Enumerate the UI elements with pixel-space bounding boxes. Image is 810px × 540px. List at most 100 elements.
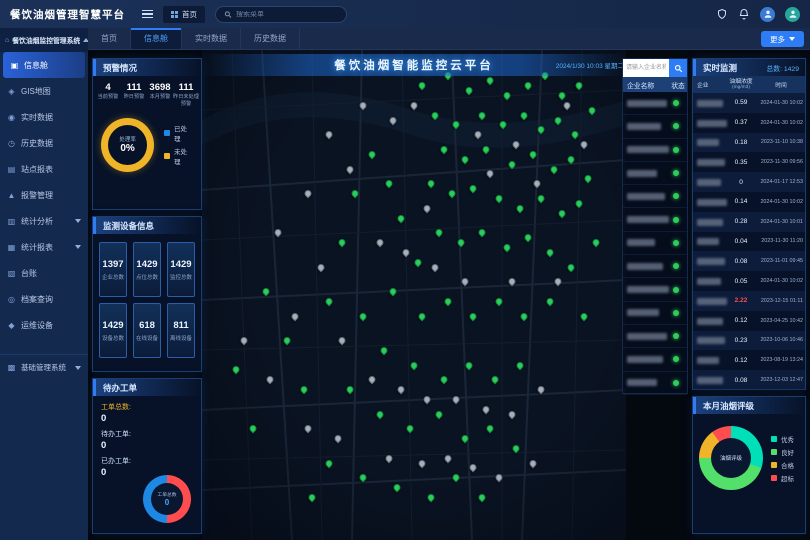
map-marker-online[interactable] xyxy=(557,208,567,218)
map-marker-offline[interactable] xyxy=(290,311,300,321)
company-search-button[interactable] xyxy=(669,59,687,77)
map-marker-offline[interactable] xyxy=(422,394,432,404)
map-marker-online[interactable] xyxy=(477,110,487,120)
map-marker-offline[interactable] xyxy=(562,100,572,110)
map-marker-online[interactable] xyxy=(570,130,580,140)
map-marker-online[interactable] xyxy=(549,164,559,174)
realtime-row[interactable]: 0.282024-01-30 10:01 xyxy=(693,212,805,232)
map-marker-offline[interactable] xyxy=(553,277,563,287)
map-marker-offline[interactable] xyxy=(422,203,432,213)
map-marker-offline[interactable] xyxy=(239,336,249,346)
company-list-item[interactable] xyxy=(623,302,687,325)
realtime-row[interactable]: 0.122023-04-25 10:42 xyxy=(693,311,805,331)
sidebar-item-stat-report[interactable]: ▦统计报表 xyxy=(0,234,88,260)
map-marker-offline[interactable] xyxy=(579,140,589,150)
map-marker-online[interactable] xyxy=(413,257,423,267)
map-marker-online[interactable] xyxy=(307,492,317,502)
map-marker-online[interactable] xyxy=(418,311,428,321)
realtime-row[interactable]: 0.372024-01-30 10:02 xyxy=(693,113,805,133)
map-marker-offline[interactable] xyxy=(443,453,453,463)
map-marker-online[interactable] xyxy=(434,409,444,419)
map-marker-online[interactable] xyxy=(519,311,529,321)
map-marker-offline[interactable] xyxy=(485,169,495,179)
map-marker-online[interactable] xyxy=(388,287,398,297)
company-list-item[interactable] xyxy=(623,325,687,348)
map-marker-online[interactable] xyxy=(379,345,389,355)
map-marker-online[interactable] xyxy=(574,198,584,208)
realtime-row[interactable]: 0.182023-11-10 10:38 xyxy=(693,133,805,153)
map-marker-online[interactable] xyxy=(481,144,491,154)
map-marker-online[interactable] xyxy=(528,149,538,159)
company-list-item[interactable] xyxy=(623,139,687,162)
map-marker-online[interactable] xyxy=(282,336,292,346)
map-marker-offline[interactable] xyxy=(430,262,440,272)
bell-icon[interactable] xyxy=(738,8,750,20)
map-marker-online[interactable] xyxy=(460,154,470,164)
realtime-row[interactable]: 0.082023-11-01 09:45 xyxy=(693,251,805,271)
map-marker-offline[interactable] xyxy=(460,277,470,287)
realtime-row[interactable]: 0.592024-01-30 10:02 xyxy=(693,93,805,113)
realtime-row[interactable]: 0.052024-01-30 10:02 xyxy=(693,271,805,291)
map-marker-online[interactable] xyxy=(587,105,597,115)
sidebar-item-info-cabin[interactable]: ▣信息舱 xyxy=(3,52,85,78)
map-marker-offline[interactable] xyxy=(418,458,428,468)
map-marker-online[interactable] xyxy=(468,184,478,194)
map-marker-online[interactable] xyxy=(443,296,453,306)
map-marker-online[interactable] xyxy=(464,86,474,96)
map-marker-online[interactable] xyxy=(375,409,385,419)
map-marker-online[interactable] xyxy=(456,238,466,248)
map-marker-offline[interactable] xyxy=(333,434,343,444)
map-marker-online[interactable] xyxy=(451,120,461,130)
realtime-row[interactable]: 0.122023-08-19 13:24 xyxy=(693,350,805,370)
map-marker-online[interactable] xyxy=(350,189,360,199)
map-marker-offline[interactable] xyxy=(273,228,283,238)
map-marker-online[interactable] xyxy=(345,385,355,395)
map-marker-online[interactable] xyxy=(490,375,500,385)
map-marker-online[interactable] xyxy=(485,424,495,434)
map-marker-online[interactable] xyxy=(430,110,440,120)
sidebar-system-header[interactable]: ⌂ 餐饮油烟监控管理系统 xyxy=(0,28,88,52)
company-list-item[interactable] xyxy=(623,115,687,138)
map-marker-online[interactable] xyxy=(324,296,334,306)
map-marker-online[interactable] xyxy=(485,76,495,86)
map-marker-online[interactable] xyxy=(426,179,436,189)
realtime-row[interactable]: 02024-01-17 12:53 xyxy=(693,172,805,192)
map-marker-online[interactable] xyxy=(536,125,546,135)
map-marker-online[interactable] xyxy=(515,203,525,213)
map-marker-offline[interactable] xyxy=(473,130,483,140)
search-input[interactable] xyxy=(236,11,338,18)
map-marker-offline[interactable] xyxy=(358,100,368,110)
company-list-item[interactable] xyxy=(623,372,687,395)
map-marker-online[interactable] xyxy=(545,247,555,257)
map-marker-online[interactable] xyxy=(583,174,593,184)
map-marker-online[interactable] xyxy=(507,159,517,169)
map-marker-online[interactable] xyxy=(511,443,521,453)
map-marker-online[interactable] xyxy=(396,213,406,223)
map-marker-online[interactable] xyxy=(553,115,563,125)
map-marker-offline[interactable] xyxy=(409,100,419,110)
map-marker-offline[interactable] xyxy=(384,453,394,463)
map-marker-online[interactable] xyxy=(418,81,428,91)
map-marker-offline[interactable] xyxy=(536,385,546,395)
map-marker-online[interactable] xyxy=(566,154,576,164)
map-marker-online[interactable] xyxy=(367,149,377,159)
realtime-row[interactable]: 0.082023-12-03 12:47 xyxy=(693,370,805,390)
map-marker-online[interactable] xyxy=(324,458,334,468)
map-marker-online[interactable] xyxy=(358,311,368,321)
tab-history-data[interactable]: 历史数据 xyxy=(241,28,300,49)
sidebar-item-realtime-data[interactable]: ◉实时数据 xyxy=(0,104,88,130)
company-search-input[interactable] xyxy=(623,59,669,77)
map-marker-offline[interactable] xyxy=(316,262,326,272)
map-marker-offline[interactable] xyxy=(481,404,491,414)
company-list-item[interactable] xyxy=(623,185,687,208)
map-marker-online[interactable] xyxy=(451,473,461,483)
map-marker-online[interactable] xyxy=(579,311,589,321)
company-list-item[interactable] xyxy=(623,255,687,278)
map-marker-offline[interactable] xyxy=(367,375,377,385)
map-marker-online[interactable] xyxy=(248,424,258,434)
map-marker-offline[interactable] xyxy=(303,189,313,199)
map-marker-offline[interactable] xyxy=(507,409,517,419)
map-marker-online[interactable] xyxy=(231,365,241,375)
map-marker-offline[interactable] xyxy=(303,424,313,434)
map-marker-online[interactable] xyxy=(439,144,449,154)
